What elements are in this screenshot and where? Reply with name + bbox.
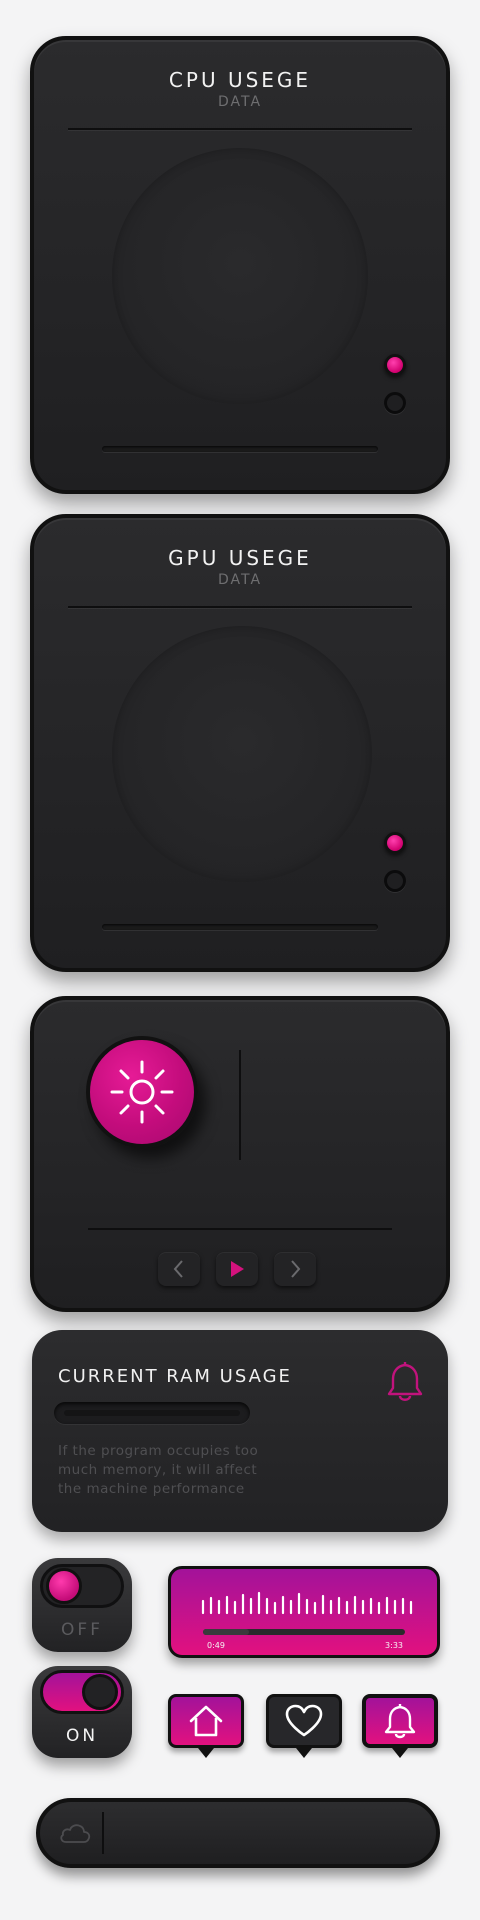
cpu-divider: [68, 128, 412, 130]
gpu-indicator-active[interactable]: [384, 832, 406, 854]
heart-badge-tail: [296, 1748, 312, 1758]
bell-icon[interactable]: [384, 1358, 426, 1404]
sun-icon: [110, 1060, 174, 1124]
gpu-card: GPU USEGE DATA: [30, 514, 450, 972]
gpu-card-title: GPU USEGE: [168, 546, 312, 570]
ram-card-description: If the program occupies too much memory,…: [58, 1443, 259, 1497]
toggle-on-label: ON: [65, 1726, 99, 1746]
toggle-off-knob[interactable]: [46, 1568, 82, 1604]
search-divider: [102, 1812, 104, 1854]
cpu-card-subtitle: DATA: [217, 94, 263, 110]
ram-card: CURRENT RAM USAGE If the program occupie…: [32, 1330, 448, 1532]
prev-button[interactable]: [158, 1252, 200, 1286]
chevron-left-icon: [173, 1260, 183, 1278]
audio-player-card[interactable]: 0:49 3:33: [168, 1566, 440, 1658]
audio-total-time: 3:33: [385, 1641, 403, 1650]
home-badge[interactable]: [168, 1694, 244, 1748]
ram-card-title: CURRENT RAM USAGE: [58, 1366, 292, 1387]
search-input[interactable]: [110, 1812, 416, 1854]
ram-usage-bar: [54, 1402, 250, 1424]
play-button[interactable]: [216, 1252, 258, 1286]
next-button[interactable]: [274, 1252, 316, 1286]
cpu-card: CPU USEGE DATA: [30, 36, 450, 494]
bell-icon: [384, 1704, 416, 1739]
gpu-indicator-inactive[interactable]: [384, 870, 406, 892]
cpu-indicator-inactive[interactable]: [384, 392, 406, 414]
cpu-indicator-active[interactable]: [384, 354, 406, 376]
heart-icon: [285, 1704, 323, 1737]
audio-elapsed-time: 0:49: [207, 1641, 225, 1650]
cloud-icon: [60, 1824, 91, 1843]
waveform: [201, 1591, 413, 1615]
gpu-divider: [68, 606, 412, 608]
bell-badge-tail: [392, 1748, 408, 1758]
toggle-on-knob[interactable]: [82, 1674, 118, 1710]
toggle-off-label: OFF: [61, 1620, 103, 1640]
cpu-card-title: CPU USEGE: [168, 68, 312, 92]
toggle-on-track[interactable]: [40, 1670, 124, 1714]
control-horizontal-divider: [88, 1228, 392, 1230]
control-vertical-divider: [239, 1050, 241, 1160]
toggle-off-card[interactable]: OFF: [32, 1558, 132, 1652]
brightness-button[interactable]: [86, 1036, 198, 1148]
cpu-gauge-disk: [112, 148, 368, 404]
chevron-right-icon: [291, 1260, 301, 1278]
home-badge-tail: [198, 1748, 214, 1758]
gpu-card-subtitle: DATA: [217, 572, 263, 588]
toggle-on-card[interactable]: ON: [32, 1666, 132, 1758]
bell-badge[interactable]: [362, 1694, 438, 1748]
cpu-progress-track: [102, 446, 378, 452]
search-bar[interactable]: [36, 1798, 440, 1868]
toggle-off-track[interactable]: [40, 1564, 124, 1608]
home-icon: [189, 1705, 223, 1737]
gpu-progress-track: [102, 924, 378, 930]
audio-progress-track[interactable]: [203, 1629, 405, 1635]
gpu-gauge-disk: [112, 626, 372, 882]
play-icon: [231, 1261, 244, 1277]
audio-progress-fill: [203, 1629, 250, 1635]
heart-badge[interactable]: [266, 1694, 342, 1748]
